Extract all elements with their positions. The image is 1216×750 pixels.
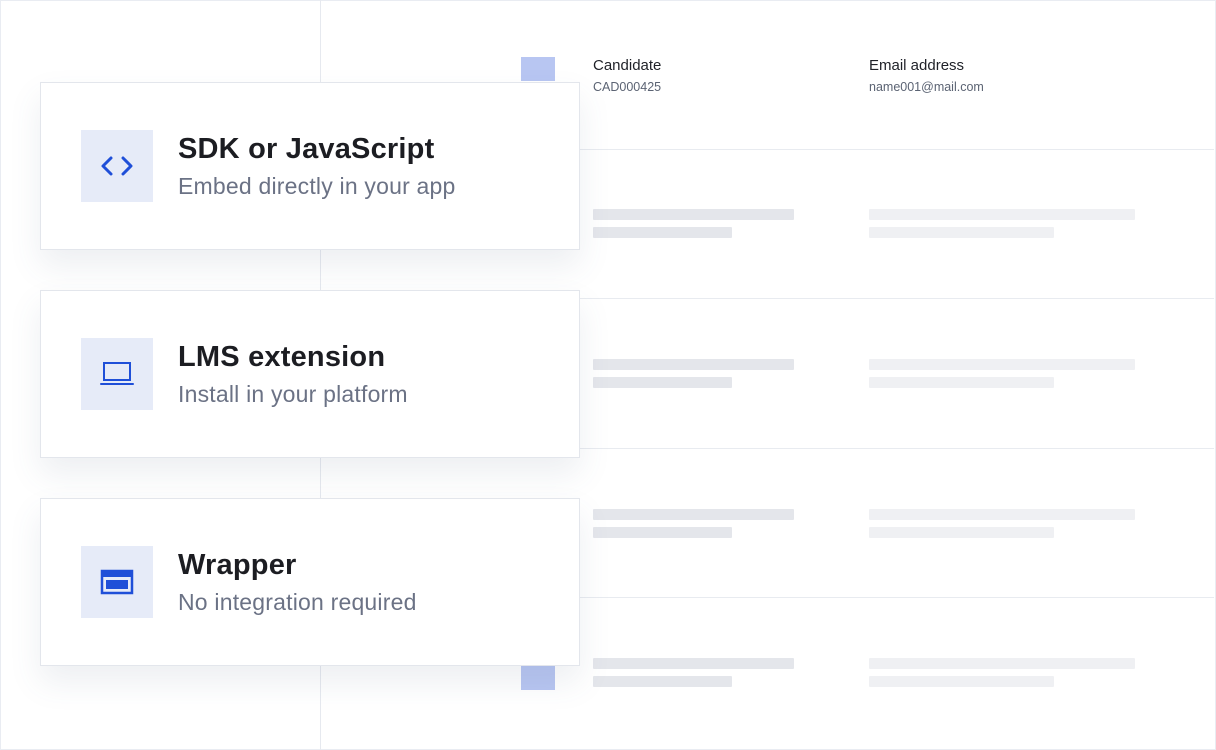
option-title: Wrapper <box>178 549 297 581</box>
option-subtitle: Install in your platform <box>178 381 408 407</box>
option-title: SDK or JavaScript <box>178 133 435 165</box>
skeleton-line <box>869 209 1135 220</box>
skeleton-line <box>869 658 1135 669</box>
option-subtitle: No integration required <box>178 589 417 615</box>
skeleton-line <box>869 377 1054 388</box>
skeleton-line <box>593 227 732 238</box>
skeleton-line <box>869 676 1054 687</box>
skeleton-line <box>869 527 1054 538</box>
option-title: LMS extension <box>178 341 386 373</box>
skeleton-line <box>593 658 794 669</box>
option-card-wrapper[interactable]: Wrapper No integration required <box>40 498 580 666</box>
skeleton-line <box>869 509 1135 520</box>
email-value: name001@mail.com <box>869 80 984 94</box>
row-divider <box>580 448 1214 449</box>
skeleton-line <box>869 227 1054 238</box>
skeleton-line <box>593 509 794 520</box>
skeleton-line <box>593 209 794 220</box>
column-header-email: Email address <box>869 57 965 74</box>
option-subtitle: Embed directly in your app <box>178 173 456 199</box>
row-divider <box>580 149 1214 150</box>
row-marker <box>521 666 555 690</box>
skeleton-line <box>593 377 732 388</box>
skeleton-line <box>593 676 732 687</box>
skeleton-line <box>869 359 1135 370</box>
option-card-sdk[interactable]: SDK or JavaScript Embed directly in your… <box>40 82 580 250</box>
row-divider <box>580 597 1214 598</box>
candidate-id: CAD000425 <box>593 80 662 94</box>
laptop-icon <box>81 338 153 410</box>
browser-window-icon <box>81 546 153 618</box>
skeleton-line <box>593 359 794 370</box>
row-divider <box>580 298 1214 299</box>
skeleton-line <box>593 527 732 538</box>
column-header-candidate: Candidate <box>593 57 662 74</box>
option-card-lms[interactable]: LMS extension Install in your platform <box>40 290 580 458</box>
row-marker <box>521 57 555 81</box>
code-icon <box>81 130 153 202</box>
